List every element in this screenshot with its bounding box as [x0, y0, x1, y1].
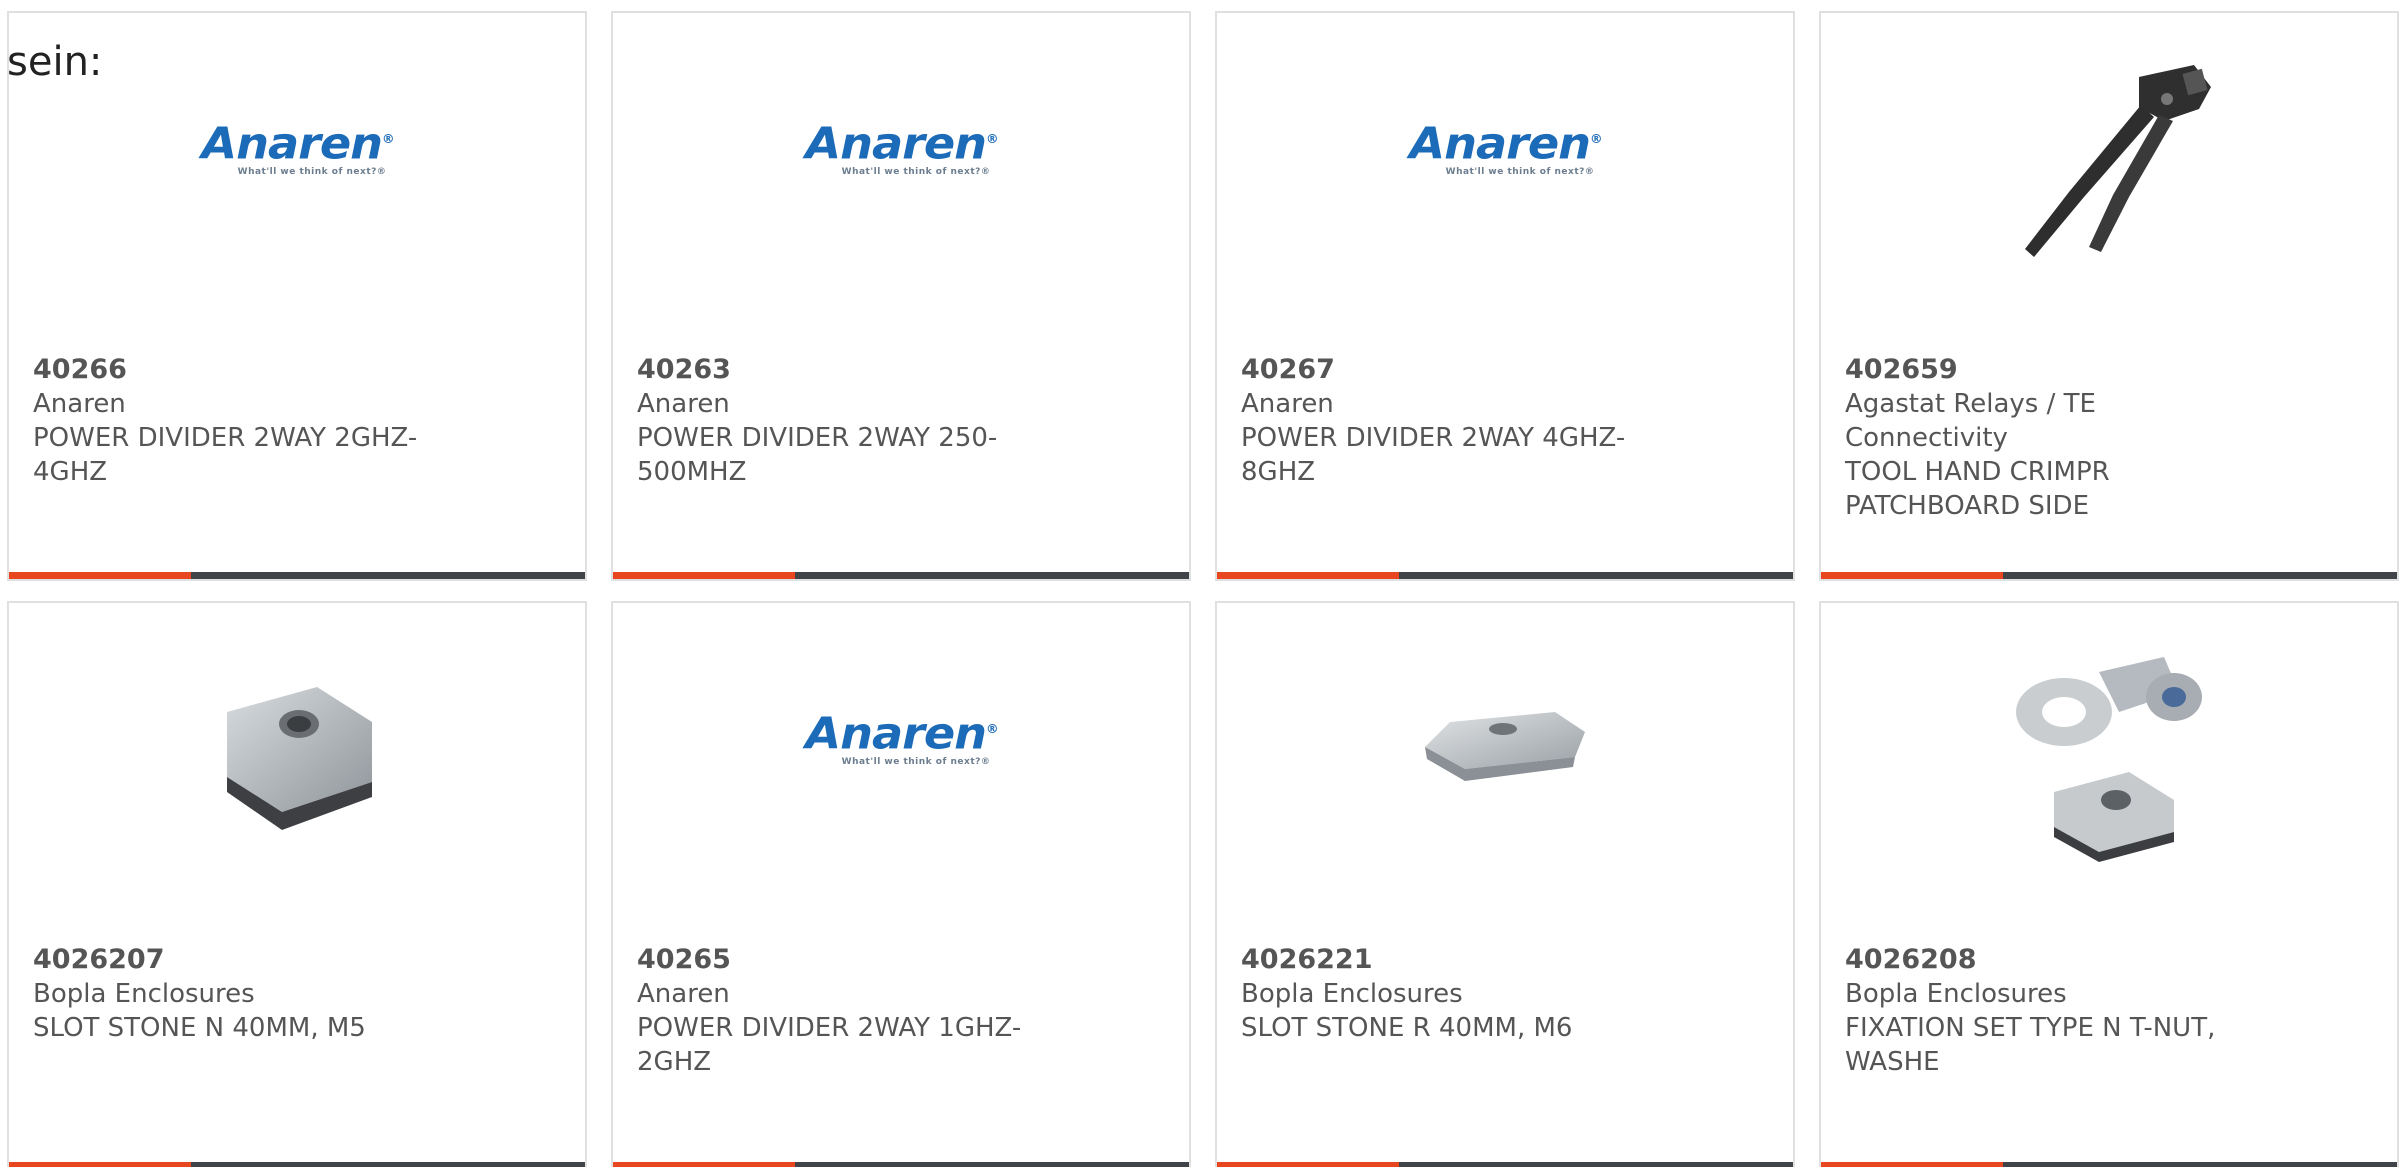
manufacturer: Agastat Relays / TE Connectivity — [1845, 389, 2096, 453]
manufacturer: Anaren — [33, 389, 126, 419]
product-image — [1821, 47, 2397, 305]
description-line: 500MHZ — [637, 457, 747, 487]
product-image: Anaren® What'll we think of next?® — [1217, 69, 1793, 305]
product-card[interactable]: Anaren® What'll we think of next?® 40267… — [1215, 11, 1795, 581]
manufacturer: Bopla Enclosures — [1845, 979, 2067, 1009]
product-info: 40267 Anaren POWER DIVIDER 2WAY 4GHZ- 8G… — [1241, 353, 1661, 489]
product-card[interactable]: Anaren® What'll we think of next?® 40265… — [611, 601, 1191, 1167]
anaren-logo: Anaren® What'll we think of next?® — [804, 708, 998, 767]
manufacturer: Bopla Enclosures — [33, 979, 255, 1009]
card-accent-bar — [1821, 1162, 2397, 1167]
card-accent-bar — [1217, 1162, 1793, 1167]
product-info: 4026208 Bopla Enclosures FIXATION SET TY… — [1845, 943, 2265, 1079]
description-line: POWER DIVIDER 2WAY 1GHZ- — [637, 1013, 1022, 1043]
description-line: POWER DIVIDER 2WAY 4GHZ- — [1241, 423, 1626, 453]
product-grid-page: sein: Anaren® What'll we think of next?®… — [0, 0, 2400, 1167]
description-line: POWER DIVIDER 2WAY 2GHZ- — [33, 423, 418, 453]
fixation-set-image — [2016, 657, 2202, 862]
product-info: 4026207 Bopla Enclosures SLOT STONE N 40… — [33, 943, 453, 1045]
anaren-logo: Anaren® What'll we think of next?® — [1408, 118, 1602, 177]
product-image: Anaren® What'll we think of next?® — [9, 69, 585, 305]
intro-text: sein: — [7, 39, 103, 85]
card-accent-bar — [1821, 572, 2397, 579]
part-number: 40263 — [637, 354, 731, 385]
manufacturer: Anaren — [637, 979, 730, 1009]
product-card[interactable]: 4026221 Bopla Enclosures SLOT STONE R 40… — [1215, 601, 1795, 1167]
product-image — [9, 659, 585, 895]
product-card[interactable]: Anaren® What'll we think of next?® 40266… — [7, 11, 587, 581]
card-accent-bar — [9, 572, 585, 579]
product-info: 40263 Anaren POWER DIVIDER 2WAY 250- 500… — [637, 353, 1057, 489]
slot-stone-image — [1425, 712, 1585, 781]
crimp-tool-image — [1989, 47, 2229, 267]
product-card[interactable]: 4026208 Bopla Enclosures FIXATION SET TY… — [1819, 601, 2399, 1167]
description-line: 4GHZ — [33, 457, 108, 487]
slot-stone-image — [227, 687, 372, 830]
description-line: SLOT STONE N 40MM, M5 — [33, 1013, 366, 1043]
part-number: 4026207 — [33, 944, 165, 975]
product-image — [1217, 659, 1793, 895]
manufacturer: Bopla Enclosures — [1241, 979, 1463, 1009]
description-line: TOOL HAND CRIMPR — [1845, 457, 2110, 487]
product-info: 40266 Anaren POWER DIVIDER 2WAY 2GHZ- 4G… — [33, 353, 453, 489]
description-line: 2GHZ — [637, 1047, 712, 1077]
product-card[interactable]: 402659 Agastat Relays / TE Connectivity … — [1819, 11, 2399, 581]
card-accent-bar — [9, 1162, 585, 1167]
part-number: 402659 — [1845, 354, 1958, 385]
part-number: 4026208 — [1845, 944, 1977, 975]
product-info: 40265 Anaren POWER DIVIDER 2WAY 1GHZ- 2G… — [637, 943, 1057, 1079]
anaren-logo: Anaren® What'll we think of next?® — [804, 118, 998, 177]
card-accent-bar — [613, 572, 1189, 579]
description-line: SLOT STONE R 40MM, M6 — [1241, 1013, 1573, 1043]
manufacturer: Anaren — [637, 389, 730, 419]
part-number: 40266 — [33, 354, 127, 385]
description-line: FIXATION SET TYPE N T-NUT, — [1845, 1013, 2216, 1043]
product-info: 402659 Agastat Relays / TE Connectivity … — [1845, 353, 2265, 523]
product-card[interactable]: Anaren® What'll we think of next?® 40263… — [611, 11, 1191, 581]
product-image: Anaren® What'll we think of next?® — [613, 69, 1189, 305]
description-line: POWER DIVIDER 2WAY 250- — [637, 423, 998, 453]
anaren-logo: Anaren® What'll we think of next?® — [200, 118, 394, 177]
part-number: 40265 — [637, 944, 731, 975]
part-number: 40267 — [1241, 354, 1335, 385]
card-accent-bar — [1217, 572, 1793, 579]
product-info: 4026221 Bopla Enclosures SLOT STONE R 40… — [1241, 943, 1661, 1045]
description-line: WASHE — [1845, 1047, 1940, 1077]
product-image — [1821, 657, 2397, 895]
part-number: 4026221 — [1241, 944, 1373, 975]
product-grid: Anaren® What'll we think of next?® 40266… — [7, 11, 2399, 1167]
manufacturer: Anaren — [1241, 389, 1334, 419]
description-line: 8GHZ — [1241, 457, 1316, 487]
product-card[interactable]: 4026207 Bopla Enclosures SLOT STONE N 40… — [7, 601, 587, 1167]
product-image: Anaren® What'll we think of next?® — [613, 659, 1189, 895]
description-line: PATCHBOARD SIDE — [1845, 491, 2089, 521]
card-accent-bar — [613, 1162, 1189, 1167]
